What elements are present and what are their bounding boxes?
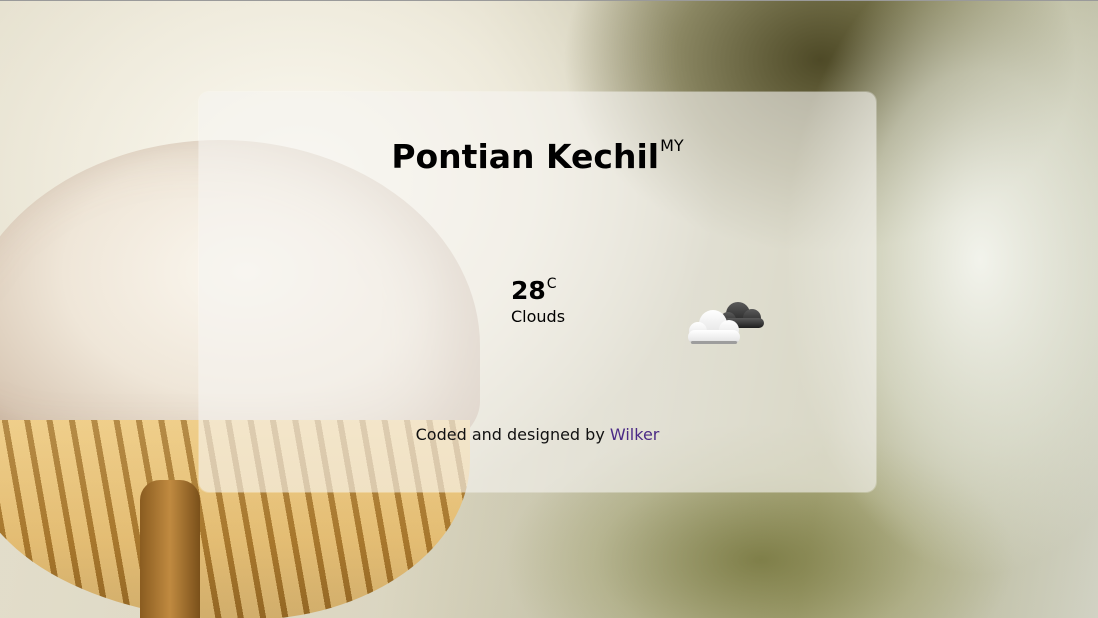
mushroom-stem-image [140,480,200,618]
footer-credit: Coded and designed by Wilker [199,425,876,444]
temperature-unit: C [546,276,557,292]
country-code: MY [660,136,684,155]
location-heading: Pontian KechilMY [199,136,876,176]
city-name: Pontian Kechil [391,137,660,176]
window-top-border [0,0,1098,1]
broken-clouds-icon [688,302,764,344]
weather-card: Pontian KechilMY 28C Clouds Coded and de… [199,92,876,492]
temperature-block: 28C Clouds [511,276,565,326]
temperature-value: 28 [511,276,546,305]
weather-description: Clouds [511,307,566,326]
credit-text: Coded and designed by [415,425,605,444]
author-link[interactable]: Wilker [610,425,659,444]
